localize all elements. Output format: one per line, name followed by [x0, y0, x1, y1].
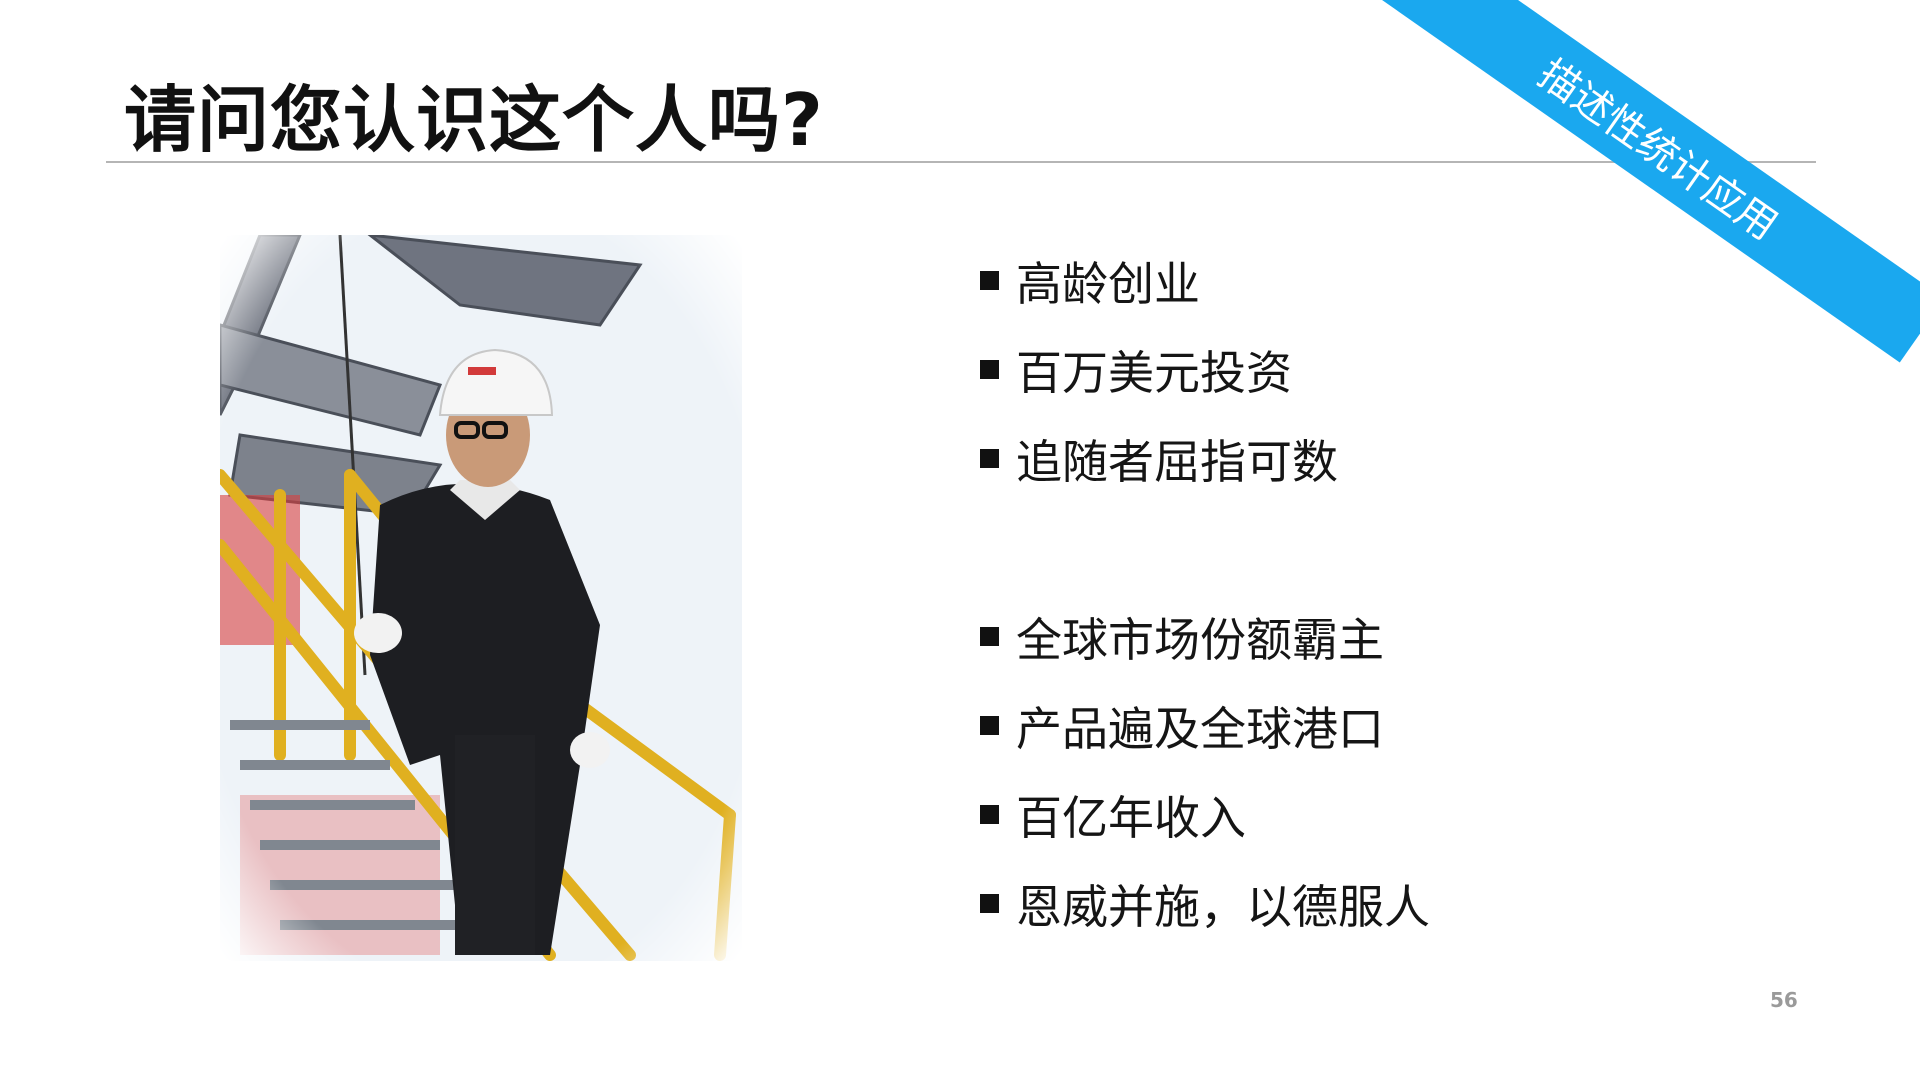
- title-divider: [106, 161, 1816, 163]
- bullet-text: 百亿年收入: [1016, 790, 1246, 845]
- square-bullet-icon: [980, 716, 999, 735]
- bullet-text: 追随者屈指可数: [1016, 434, 1338, 489]
- square-bullet-icon: [980, 271, 999, 290]
- bullet-text: 高龄创业: [1016, 256, 1200, 311]
- person-photo: [220, 235, 742, 961]
- list-item: 恩威并施，以德服人: [980, 859, 1430, 948]
- square-bullet-icon: [980, 627, 999, 646]
- list-item: 百亿年收入: [980, 770, 1430, 859]
- list-item: 百万美元投资: [980, 325, 1430, 414]
- list-item: 高龄创业: [980, 236, 1430, 325]
- photo-illustration: [220, 235, 742, 961]
- page-number: 56: [1770, 988, 1798, 1012]
- corner-ribbon: 描述性统计应用: [1375, 0, 1920, 363]
- list-item: 全球市场份额霸主: [980, 592, 1430, 681]
- square-bullet-icon: [980, 449, 999, 468]
- bullet-list: 高龄创业 百万美元投资 追随者屈指可数 全球市场份额霸主 产品遍及全球港口 百亿…: [980, 236, 1430, 948]
- red-structure-lower: [240, 795, 440, 955]
- square-bullet-icon: [980, 805, 999, 824]
- bullet-text: 恩威并施，以德服人: [1016, 879, 1430, 934]
- bullet-text: 百万美元投资: [1016, 345, 1292, 400]
- list-item: 产品遍及全球港口: [980, 681, 1430, 770]
- corner-ribbon-label: 描述性统计应用: [1529, 51, 1786, 250]
- bullet-text: 产品遍及全球港口: [1016, 701, 1384, 756]
- square-bullet-icon: [980, 894, 999, 913]
- slide: 请问您认识这个人吗? 描述性统计应用 高龄创业 百万美元投资 追随者屈指可数 全…: [0, 0, 1920, 1080]
- page-title: 请问您认识这个人吗?: [124, 78, 824, 162]
- bullet-text: 全球市场份额霸主: [1016, 612, 1384, 667]
- square-bullet-icon: [980, 360, 999, 379]
- list-item: 追随者屈指可数: [980, 414, 1430, 503]
